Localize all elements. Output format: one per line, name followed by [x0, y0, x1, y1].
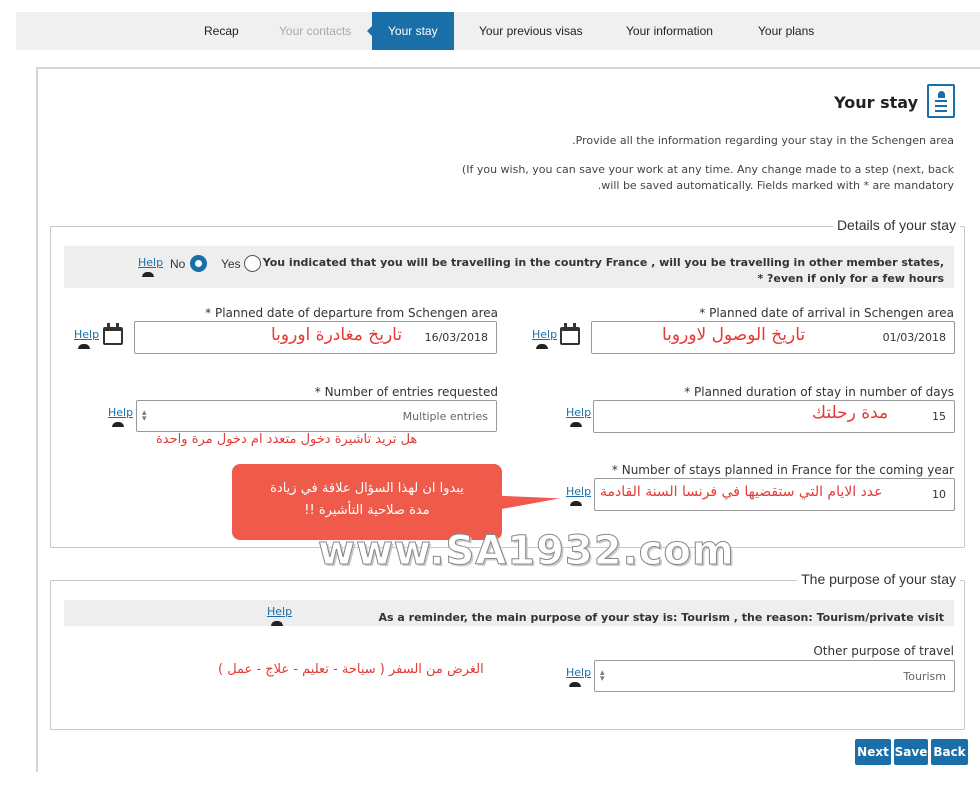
help-link[interactable]: Help [267, 605, 292, 618]
arrival-date-label: * Planned date of arrival in Schengen ar… [699, 306, 954, 320]
other-purpose-select[interactable]: ▴ ▾ Tourism [594, 660, 955, 692]
radio-no[interactable] [190, 255, 207, 272]
departure-date-label: * Planned date of departure from Schenge… [205, 306, 498, 320]
help-icon [271, 621, 283, 626]
radio-yes[interactable] [244, 255, 261, 272]
purpose-reminder: As a reminder, the main purpose of your … [378, 611, 944, 624]
calendar-icon[interactable] [103, 323, 123, 345]
help-icon [78, 344, 90, 349]
help-link[interactable]: Help [566, 485, 591, 498]
help-link[interactable]: Help [532, 328, 557, 341]
stays-france-value: 10 [932, 488, 946, 501]
details-legend: Details of your stay [832, 217, 960, 233]
other-purpose-value: Tourism [903, 670, 946, 683]
duration-label: * Planned duration of stay in number of … [684, 385, 954, 399]
tab-your-contacts: Your contacts [279, 24, 352, 38]
page-title: Your stay [834, 93, 918, 112]
other-purpose-annotation: الغرض من السفر ( سياحة - تعليم - علاج - … [218, 662, 484, 677]
departure-annotation: تاريخ مغادرة اوروبا [271, 325, 403, 345]
help-icon [569, 682, 581, 687]
help-icon [142, 272, 154, 277]
save-button[interactable]: Save [894, 739, 928, 765]
radio-yes-label: Yes [221, 257, 241, 271]
tab-your-previous-visas[interactable]: Your previous visas [479, 12, 583, 50]
help-link[interactable]: Help [108, 406, 133, 419]
entries-select[interactable]: ▴ ▾ Multiple entries [136, 400, 497, 432]
duration-annotation: مدة رحلتك [812, 403, 889, 423]
help-link[interactable]: Help [566, 406, 591, 419]
other-purpose-label: Other purpose of travel [813, 644, 954, 658]
watermark: www.SA1932.com [318, 528, 735, 575]
help-link[interactable]: Help [138, 256, 163, 269]
stays-france-label: * Number of stays planned in France for … [611, 463, 954, 477]
help-link[interactable]: Help [566, 666, 591, 679]
entries-value: Multiple entries [402, 410, 488, 423]
intro-text: .Provide all the information regarding y… [572, 134, 954, 147]
callout-line2: مدة صلاحية التأشيرة !! [304, 503, 430, 518]
back-button[interactable]: Back [931, 739, 968, 765]
duration-input[interactable]: 15 [593, 400, 955, 433]
tab-your-plans[interactable]: Your plans [758, 12, 814, 50]
help-icon [570, 501, 582, 506]
help-icon [112, 422, 124, 427]
step-navigation: Recap Your contacts Your stay Your previ… [16, 12, 980, 50]
callout-line1: يبدوا ان لهذا السؤال علاقة في زيادة [270, 481, 464, 496]
entries-label: * Number of entries requested [314, 385, 498, 399]
stays-france-annotation: عدد الايام التي ستقضيها في فرنسا السنة ا… [600, 484, 883, 500]
other-states-question-line2: * ?even if only for a few hours [757, 272, 944, 285]
duration-value: 15 [932, 410, 946, 423]
id-card-icon [927, 84, 955, 118]
select-arrows-icon: ▴ ▾ [600, 668, 605, 684]
arrival-date-value: 01/03/2018 [882, 331, 946, 344]
purpose-legend: The purpose of your stay [797, 571, 960, 587]
help-icon [570, 422, 582, 427]
radio-no-label: No [170, 257, 186, 271]
help-link[interactable]: Help [74, 328, 99, 341]
calendar-icon[interactable] [560, 323, 580, 345]
entries-annotation: هل تريد تاشيرة دخول متعدد ام دخول مرة وا… [156, 432, 418, 447]
next-button[interactable]: Next [855, 739, 891, 765]
tab-your-information[interactable]: Your information [626, 12, 713, 50]
arrival-annotation: تاريخ الوصول لاوروبا [662, 325, 806, 345]
save-note-line1: (If you wish, you can save your work at … [461, 163, 954, 176]
help-icon [536, 344, 548, 349]
select-arrows-icon: ▴ ▾ [142, 408, 147, 424]
tab-recap[interactable]: Recap [204, 12, 239, 50]
save-note-line2: .will be saved automatically. Fields mar… [597, 179, 954, 192]
other-states-question-line1: You indicated that you will be travellin… [262, 256, 944, 269]
tab-your-stay[interactable]: Your stay [367, 12, 454, 50]
departure-date-value: 16/03/2018 [424, 331, 488, 344]
